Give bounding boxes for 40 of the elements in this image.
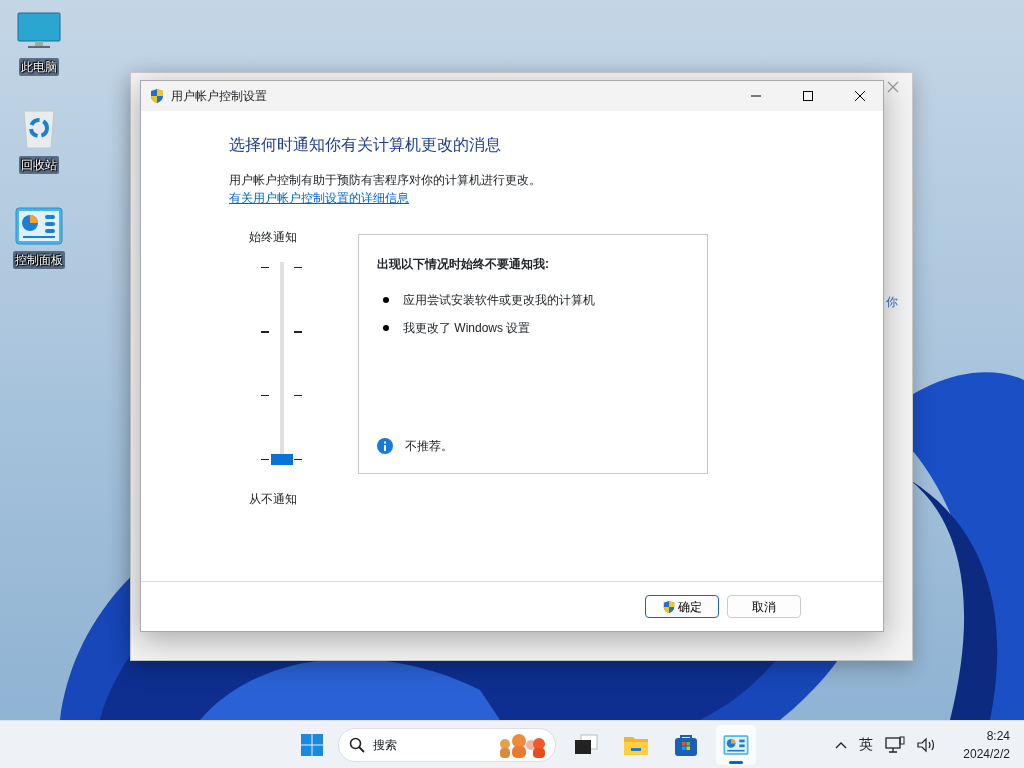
task-view-icon [574, 733, 598, 756]
bullet-icon [383, 325, 389, 331]
input-language[interactable]: 英 [859, 734, 874, 755]
clock-date[interactable]: 2024/2/2 [963, 744, 1010, 763]
close-icon [855, 91, 865, 101]
ok-button[interactable]: 确定 [645, 595, 719, 618]
control-panel-icon [723, 733, 749, 756]
control-panel-button[interactable] [716, 724, 756, 765]
desktop-icon-label[interactable]: 此电脑 [19, 58, 59, 76]
dialog-heading: 选择何时通知你有关计算机更改的消息 [229, 135, 502, 155]
info-item: 应用尝试安装软件或更改我的计算机 [403, 292, 595, 309]
windows-logo-icon [301, 733, 323, 756]
cancel-button[interactable]: 取消 [727, 595, 801, 618]
search-placeholder: 搜索 [373, 736, 398, 754]
window-text: 你 [886, 294, 898, 311]
shield-icon [149, 88, 165, 104]
maximize-icon [803, 91, 813, 101]
control-panel-icon[interactable] [15, 207, 63, 245]
people-icon [497, 731, 547, 758]
store-bag-icon [674, 732, 698, 757]
info-title: 出现以下情况时始终不要通知我: [377, 256, 550, 273]
slider-top-label: 始终通知 [249, 229, 298, 246]
help-link[interactable]: 有关用户帐户控制设置的详细信息 [229, 191, 409, 205]
slider-bottom-label: 从不通知 [249, 491, 298, 508]
window-title: 用户帐户控制设置 [171, 88, 268, 105]
desktop-icon-label[interactable]: 回收站 [19, 156, 59, 174]
bullet-icon [383, 297, 389, 303]
shield-icon [662, 599, 676, 614]
network-icon[interactable] [885, 735, 906, 754]
description-text: 用户帐户控制有助于预防有害程序对你的计算机进行更改。 [229, 172, 542, 189]
info-icon [377, 438, 393, 454]
search-field[interactable]: 搜索 [338, 727, 556, 762]
chevron-up-icon[interactable] [835, 740, 848, 749]
search-icon [349, 736, 365, 753]
desktop-icon-label[interactable]: 控制面板 [13, 251, 65, 269]
close-icon[interactable] [887, 81, 899, 93]
slider-thumb[interactable] [271, 454, 293, 465]
info-note: 不推荐。 [405, 438, 453, 455]
info-item: 我更改了 Windows 设置 [403, 320, 531, 337]
clock-time[interactable]: 8:24 [986, 726, 1010, 745]
